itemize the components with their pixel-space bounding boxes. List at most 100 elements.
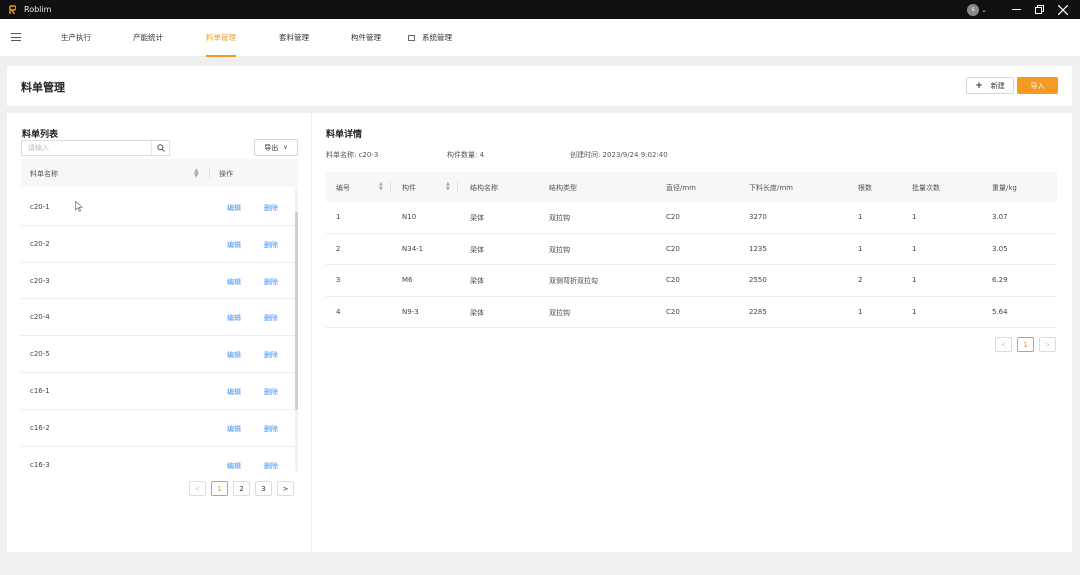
table-row[interactable]: 3 M6 梁体 双侧弯折双拉勾 C20 2550 2 1 6.29 <box>326 265 1057 297</box>
list-table-body: c20-1 编辑 删除 c20-2 编辑 删除 c20-3 编辑 删除 c20-4 编辑 删除 … <box>21 189 298 469</box>
export-button-label: 导出 <box>264 143 279 152</box>
page-button-1[interactable]: 1 <box>1017 337 1034 352</box>
avatar[interactable]: s <box>967 3 980 16</box>
delete-link[interactable]: 删除 <box>264 424 278 434</box>
nav-item-production[interactable]: 生产执行 <box>61 19 91 57</box>
list-panel-title: 料单列表 <box>22 130 59 140</box>
delete-link[interactable]: 删除 <box>264 277 278 287</box>
import-button-label: 导入 <box>1030 81 1045 90</box>
table-row[interactable]: c20-1 编辑 删除 <box>21 189 298 226</box>
cell-component: M6 <box>402 276 413 284</box>
mouse-cursor-icon <box>75 201 83 212</box>
edit-link[interactable]: 编辑 <box>227 350 241 360</box>
cell-diameter: C20 <box>666 213 680 221</box>
cell-batch: 1 <box>912 307 917 316</box>
top-nav: 生产执行 产能统计 料单管理 套料管理 构件管理 系统管理 <box>0 19 1080 57</box>
column-header-name: 料单名称 <box>30 170 58 178</box>
cell-count: 1 <box>858 307 863 316</box>
row-name: c20-4 <box>30 313 50 322</box>
next-page-button[interactable]: > <box>277 481 294 496</box>
search-icon[interactable] <box>151 141 169 155</box>
import-button[interactable]: 导入 <box>1017 77 1058 94</box>
column-divider <box>209 168 210 178</box>
list-scrollbar[interactable] <box>295 188 298 471</box>
edit-link[interactable]: 编辑 <box>227 461 241 469</box>
cell-component: N34-1 <box>402 244 424 253</box>
cell-weight: 3.05 <box>992 244 1008 253</box>
row-name: c20-5 <box>30 350 50 359</box>
restore-icon[interactable] <box>1028 0 1051 19</box>
row-name: c20-1 <box>30 203 50 211</box>
table-row[interactable]: 1 N10 梁体 双拉钩 C20 3270 1 1 3.07 <box>326 202 1057 234</box>
delete-link[interactable]: 删除 <box>264 203 278 213</box>
nav-item-material-list[interactable]: 料单管理 <box>206 19 236 57</box>
cell-struct-name: 梁体 <box>470 245 484 254</box>
table-row[interactable]: c16-1 编辑 删除 <box>21 373 298 410</box>
cell-batch: 1 <box>912 213 917 221</box>
page-button-1[interactable]: 1 <box>211 481 228 496</box>
cell-weight: 5.64 <box>992 307 1008 316</box>
search-box <box>21 140 170 156</box>
cell-component: N9-3 <box>402 307 419 316</box>
app-name: Roblim <box>24 5 52 14</box>
nav-item-system[interactable]: 系统管理 <box>408 19 452 57</box>
sort-icon[interactable]: ▲ ▼ <box>194 168 199 179</box>
export-button[interactable]: 导出 ∨ <box>254 139 298 156</box>
edit-link[interactable]: 编辑 <box>227 203 241 213</box>
nav-item-capacity[interactable]: 产能统计 <box>133 19 163 57</box>
cell-component: N10 <box>402 213 417 221</box>
table-row[interactable]: 2 N34-1 梁体 双拉钩 C20 1235 1 1 3.05 <box>326 234 1057 265</box>
table-row[interactable]: c20-3 编辑 删除 <box>21 263 298 300</box>
column-header-component: 构件 <box>402 184 416 192</box>
next-page-button[interactable]: > <box>1039 337 1056 352</box>
minimize-icon[interactable] <box>1005 0 1028 19</box>
column-divider <box>390 182 391 192</box>
table-row[interactable]: c20-4 编辑 删除 <box>21 299 298 337</box>
row-name: c16-3 <box>30 460 50 469</box>
list-pagination: < 1 2 3 > <box>189 481 294 496</box>
cell-no: 3 <box>336 276 341 284</box>
cell-weight: 3.07 <box>992 213 1008 221</box>
detail-table-header: 编号 ▲ ▼ 构件 ▲ ▼ 结构名称 结构类型 直径/mm 下料长度/mm 根数 批… <box>326 172 1057 202</box>
edit-link[interactable]: 编辑 <box>227 387 241 397</box>
edit-link[interactable]: 编辑 <box>227 240 241 250</box>
detail-pagination: < 1 > <box>995 337 1056 352</box>
cell-count: 1 <box>858 244 863 253</box>
meta-name: 料单名称: c20-3 <box>326 151 379 159</box>
table-row[interactable]: c16-2 编辑 删除 <box>21 410 298 447</box>
hamburger-menu-icon[interactable] <box>11 33 21 43</box>
table-row[interactable]: c16-3 编辑 删除 <box>21 447 298 469</box>
cell-no: 2 <box>336 244 341 253</box>
chevron-down-icon: ∨ <box>283 144 288 151</box>
search-input[interactable] <box>22 141 150 155</box>
cell-length: 2285 <box>749 307 767 316</box>
close-icon[interactable] <box>1051 0 1074 19</box>
table-row[interactable]: c20-5 编辑 删除 <box>21 336 298 373</box>
scrollbar-thumb[interactable] <box>295 212 298 410</box>
meta-count: 构件数量: 4 <box>447 151 485 159</box>
chevron-down-icon[interactable]: ⌄ <box>981 6 987 14</box>
sort-icon[interactable]: ▲ ▼ <box>446 182 450 192</box>
cell-struct-name: 梁体 <box>470 308 484 317</box>
prev-page-button[interactable]: < <box>995 337 1012 352</box>
row-name: c16-1 <box>30 386 50 395</box>
sort-icon[interactable]: ▲ ▼ <box>379 182 383 192</box>
prev-page-button[interactable]: < <box>189 481 206 496</box>
page-button-2[interactable]: 2 <box>233 481 250 496</box>
nav-item-nesting[interactable]: 套料管理 <box>279 19 309 57</box>
table-row[interactable]: 4 N9-3 梁体 双拉钩 C20 2285 1 1 5.64 <box>326 297 1057 328</box>
table-row[interactable]: c20-2 编辑 删除 <box>21 226 298 263</box>
edit-link[interactable]: 编辑 <box>227 424 241 434</box>
page-title: 料单管理 <box>21 81 65 94</box>
new-button[interactable]: + 新建 <box>966 77 1014 94</box>
delete-link[interactable]: 删除 <box>264 387 278 397</box>
delete-link[interactable]: 删除 <box>264 240 278 250</box>
page-button-3[interactable]: 3 <box>255 481 272 496</box>
delete-link[interactable]: 删除 <box>264 461 278 469</box>
delete-link[interactable]: 删除 <box>264 350 278 360</box>
edit-link[interactable]: 编辑 <box>227 313 241 323</box>
edit-link[interactable]: 编辑 <box>227 277 241 287</box>
delete-link[interactable]: 删除 <box>264 313 278 323</box>
nav-item-components[interactable]: 构件管理 <box>351 19 381 57</box>
cell-weight: 6.29 <box>992 276 1008 284</box>
